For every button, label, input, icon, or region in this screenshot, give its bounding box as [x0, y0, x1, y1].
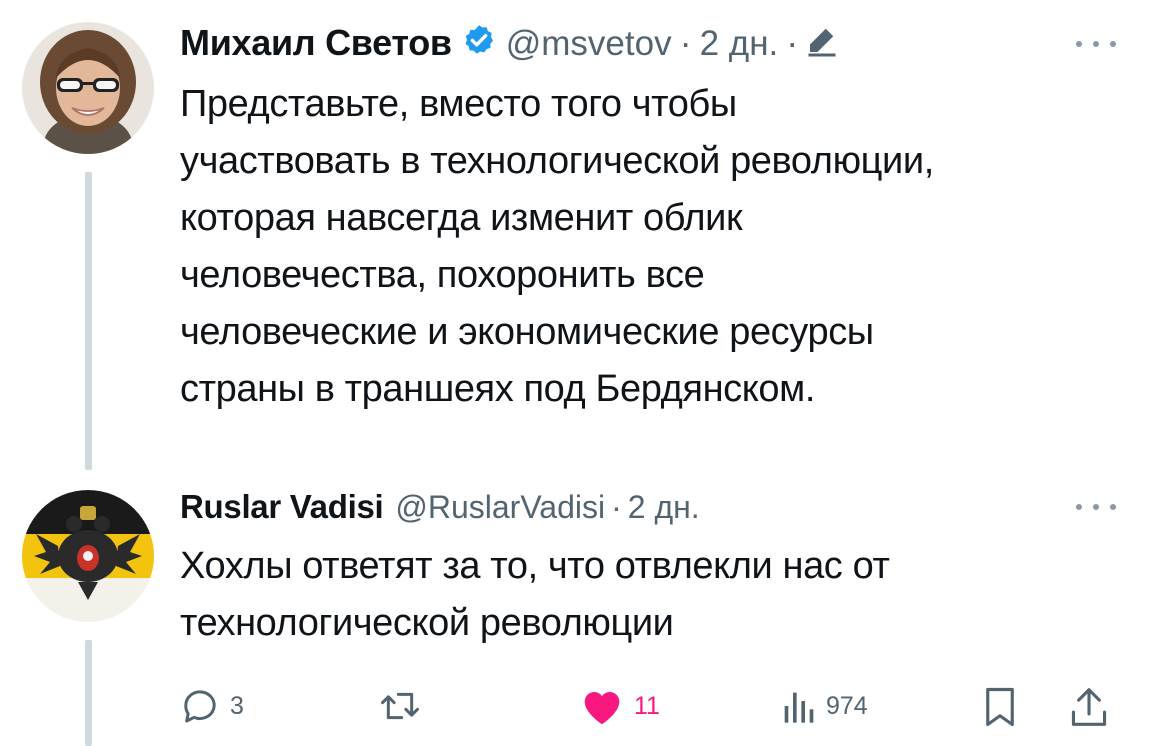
share-button[interactable]	[1070, 686, 1108, 728]
verified-badge-icon[interactable]	[462, 23, 496, 66]
reply-icon	[184, 690, 216, 723]
bookmark-icon	[986, 687, 1014, 727]
tweet2-header: Ruslar Vadisi @RuslarVadisi · 2 дн.	[180, 488, 700, 526]
separator-dot: ·	[679, 22, 692, 63]
tweet1-header: Михаил Светов @msvetov · 2 дн. ·	[180, 22, 840, 67]
imperial-flag-icon	[22, 490, 154, 622]
reply-count: 3	[230, 691, 244, 720]
edited-pencil-icon[interactable]	[804, 22, 840, 67]
share-icon	[1071, 688, 1107, 726]
more-options-button[interactable]	[1076, 37, 1116, 51]
author-handle[interactable]: @RuslarVadisi	[395, 489, 605, 526]
more-options-button[interactable]	[1076, 500, 1116, 514]
retweet-button[interactable]	[378, 686, 422, 726]
author-name[interactable]: Михаил Светов	[180, 22, 452, 64]
tweet-time[interactable]: 2 дн.	[700, 24, 779, 64]
retweet-icon	[381, 692, 419, 720]
bookmark-button[interactable]	[982, 686, 1018, 728]
separator-dot: ·	[786, 22, 799, 63]
avatar-msvetov[interactable]	[22, 22, 154, 154]
like-icon	[584, 692, 620, 725]
tweet-time[interactable]: 2 дн.	[628, 489, 700, 526]
author-handle[interactable]: @msvetov	[506, 24, 672, 64]
views-count: 974	[826, 691, 868, 720]
views-icon	[784, 692, 814, 723]
author-name[interactable]: Ruslar Vadisi	[180, 488, 384, 526]
avatar-ruslarvadisi[interactable]	[22, 490, 154, 622]
tweet2-text: Хохлы ответят за то, что отвлекли нас от…	[180, 545, 890, 644]
reply-button[interactable]: 3	[180, 686, 244, 726]
thread-line-top	[85, 172, 92, 470]
tweet1-text: Представьте, вместо того чтобы участвова…	[180, 83, 934, 410]
thread-line-bottom	[85, 640, 92, 746]
like-button[interactable]: 11	[580, 686, 660, 726]
like-count: 11	[634, 691, 660, 720]
tweet-action-bar: 3 11 974	[180, 678, 1120, 734]
views-button[interactable]: 974	[780, 686, 868, 726]
avatar-photo-icon	[22, 22, 154, 154]
separator-dot: ·	[611, 489, 622, 525]
